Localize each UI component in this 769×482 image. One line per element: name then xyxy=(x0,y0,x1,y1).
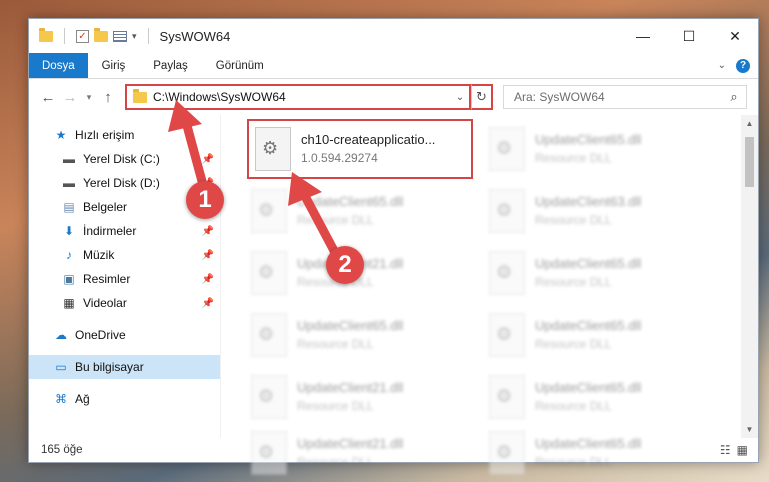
step-badge-2: 2 xyxy=(326,246,364,284)
step-badge-1: 1 xyxy=(186,181,224,219)
arrow-step-2 xyxy=(288,172,345,267)
annotation-arrows xyxy=(168,100,345,267)
